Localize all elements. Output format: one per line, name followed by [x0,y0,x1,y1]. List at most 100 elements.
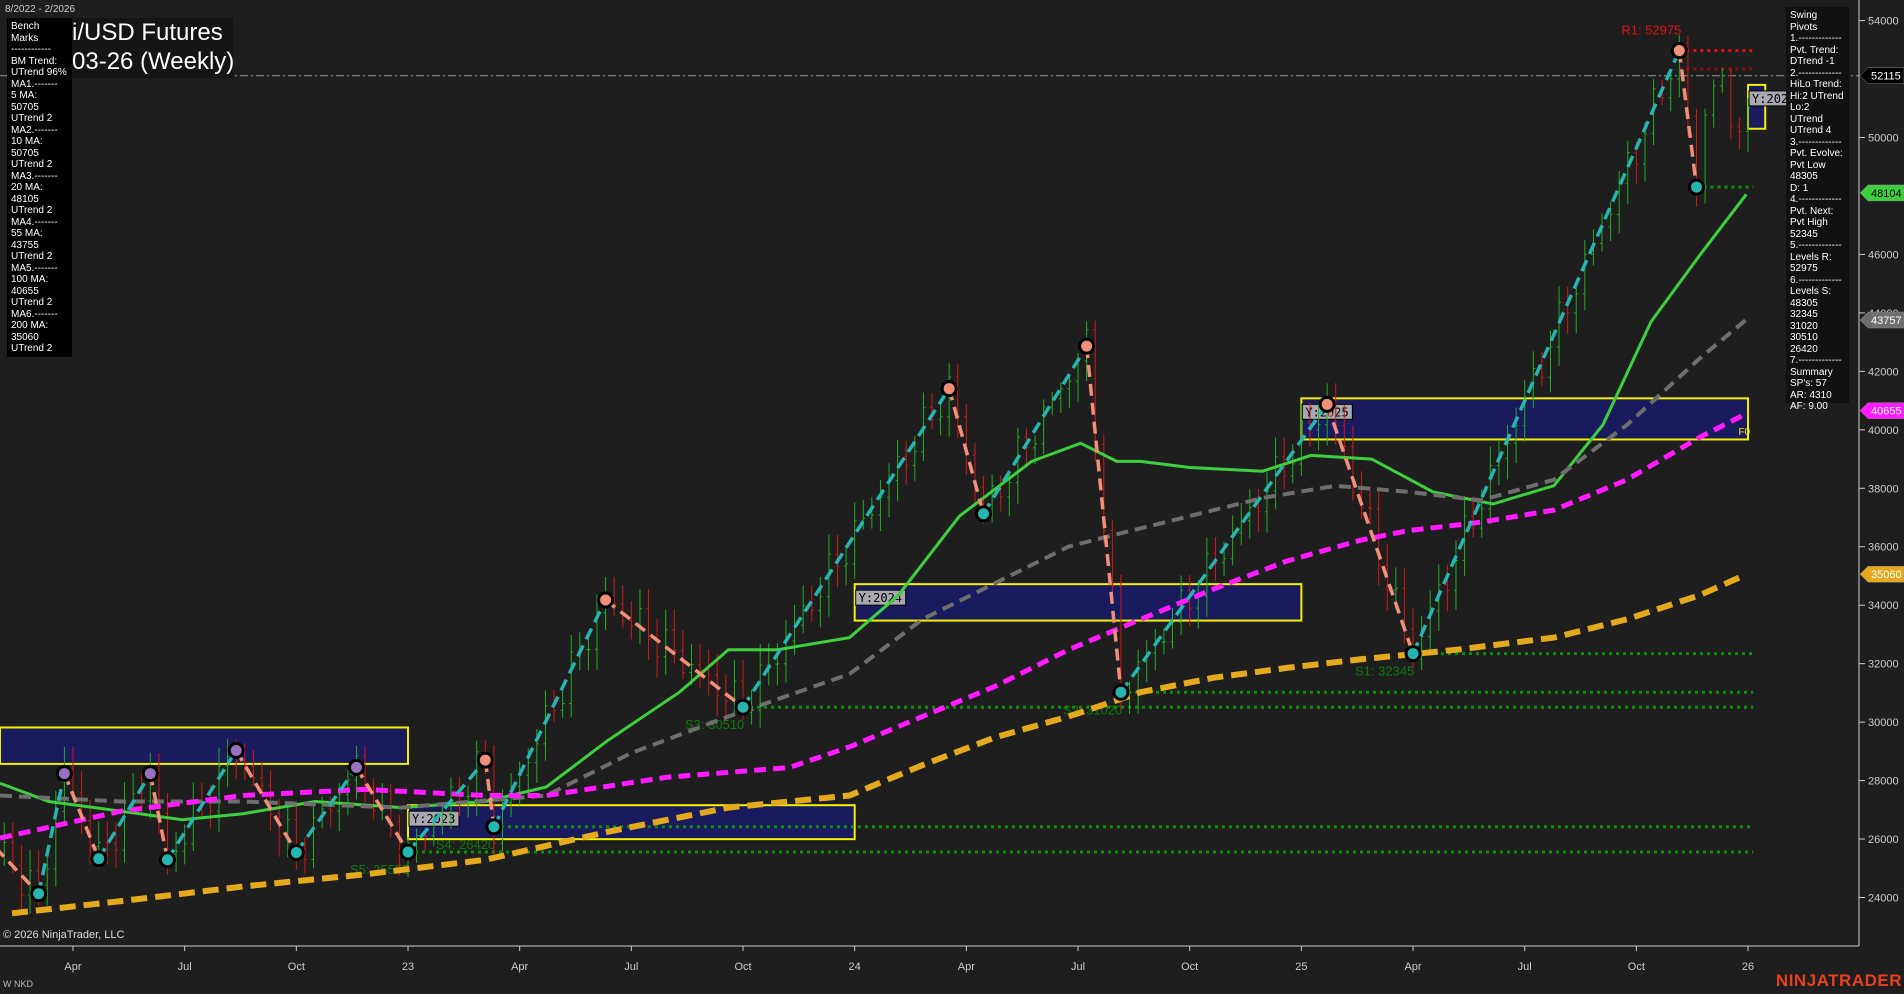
y-tick-label: 36000 [1868,542,1899,554]
x-tick-label: Apr [958,961,975,973]
x-tick-label: Apr [64,961,81,973]
panel-line: UTrend 96% [11,67,67,78]
bench-marks-panel: Bench Marks ------------ BM Trend: UTrend 9… [7,18,72,357]
pivot-low-marker [1688,178,1705,196]
x-tick-label: 26 [1742,961,1754,973]
price-tag-label: 43757 [1871,315,1902,327]
pivot-high-marker [347,758,365,776]
panel-line: MA4.------- [11,216,58,228]
y-tick-label: 40000 [1868,425,1899,437]
panel-line: Levels R: [1790,251,1832,263]
y-tick-label: 34000 [1868,600,1899,612]
panel-line: DTrend -1 [1790,56,1835,67]
panel-line: Lo:2 UTrend [1790,102,1823,125]
panel-line: 50705 [11,147,39,159]
y-tick-label: 26000 [1868,834,1899,846]
pivot-high-marker [1078,337,1096,355]
panel-line: Pvt Low [1790,159,1826,171]
panel-line: 43755 [11,239,39,251]
panel-line: 35060 [11,331,39,343]
panel-line: Pvt High [1790,217,1828,228]
y-tick-label: 50000 [1868,133,1899,145]
panel-line: 2.------------- [1790,67,1842,79]
pivot-down-leg [1325,403,1415,655]
panel-line: SP's: 57 [1790,378,1827,389]
year-zone [853,583,1303,622]
x-tick-label: Oct [288,961,305,973]
pivot-up-leg [36,773,67,895]
panel-line: 48305 [1790,171,1818,182]
pivot-down-leg [0,849,40,895]
panel-line: 31020 [1790,320,1818,332]
panel-line: 55 MA: [11,228,43,239]
panel-line: 20 MA: [11,182,43,193]
panel-line: 52975 [1790,263,1818,274]
panel-line: 3.------------- [1790,136,1842,148]
x-tick-label: Jul [1518,961,1532,973]
x-tick-label: 24 [849,961,861,973]
panel-line: UTrend 2 [11,343,53,354]
panel-line: D: 1 [1790,182,1809,194]
title-line-1: i/USD Futures [72,19,223,46]
y-tick-label: 46000 [1868,249,1899,261]
panel-line: 48305 [1790,297,1818,309]
panel-line: MA3.------- [11,170,58,182]
panel-line: UTrend 2 [11,205,53,216]
pivot-up-leg [982,345,1089,515]
y-tick-label: 38000 [1868,483,1899,495]
panel-line: ------------ [11,44,51,55]
panel-line: 30510 [1790,332,1818,343]
pivot-up-leg [1119,403,1329,694]
panel-line: 1.------------- [1790,33,1842,44]
panel-line: MA1.------- [11,78,58,90]
panel-line: Levels S: [1790,286,1832,297]
panel-line: UTrend 2 [11,159,53,170]
pivot-low-marker [30,885,48,903]
y-tick-label: 54000 [1868,16,1899,28]
panel-line: Bench Marks [11,21,40,44]
x-tick-label: 25 [1295,961,1307,973]
level-label: S1: 32345 [1355,664,1414,679]
level-label: S4: 26420 [436,837,495,852]
panel-line: MA6.------- [11,308,58,320]
date-range: 8/2022 - 2/2026 [5,4,76,15]
price-chart[interactable]: Y:2023Y:2024Y:2025Y:2026 R1: 52975S1: 32… [0,0,1904,994]
pivot-up-leg [1411,49,1681,655]
panel-line: Pvt. Trend: [1790,44,1839,56]
pivot-high-marker [940,380,958,398]
pivot-high-marker [227,741,245,759]
pivot-high-marker [1318,395,1336,413]
panel-line: AF: 9.00 [1790,401,1828,412]
panel-line: Pvt. Evolve: [1790,148,1843,159]
year-zone [407,804,856,841]
panel-line: 40655 [11,285,39,297]
price-tag-label: 48104 [1871,188,1902,200]
y-tick-label: 30000 [1868,717,1899,729]
x-tick-label: Jul [178,961,192,973]
panel-line: 6.------------- [1790,274,1842,286]
moving-averages [0,193,1750,917]
axes[interactable]: Apr Jul Oct 23 Apr Jul Oct 24 Apr Jul Oct 25 Apr Jul O… [0,0,1904,973]
y-tick-label: 28000 [1868,776,1899,788]
panel-line: MA5.------- [11,262,58,274]
x-tick-label: Jul [624,961,638,973]
chart-labels: F0 [1738,427,1750,438]
ninjatrader-logo: NINJATRADER [1775,971,1902,990]
panel-line: AR: 4310 [1790,389,1832,401]
y-tick-label: 32000 [1868,659,1899,671]
panel-line: 100 MA: [11,274,49,285]
x-tick-label: Oct [734,961,751,973]
panel-line: 48105 [11,193,39,205]
pivot-low-marker [90,850,108,868]
panel-line: Hi:2 UTrend [1790,90,1844,102]
x-tick-label: Apr [511,961,528,973]
swing-pivots [0,42,1705,903]
pivot-high-marker [597,591,615,609]
panel-line: BM Trend: [11,55,58,67]
panel-line: UTrend 2 [11,297,53,308]
panel-line: 50705 [11,101,39,113]
panel-line: Pvt. Next: [1790,205,1834,217]
level-label: R1: 52975 [1621,23,1681,38]
panel-line: 52345 [1790,228,1818,240]
panel-line: 26420 [1790,343,1818,355]
